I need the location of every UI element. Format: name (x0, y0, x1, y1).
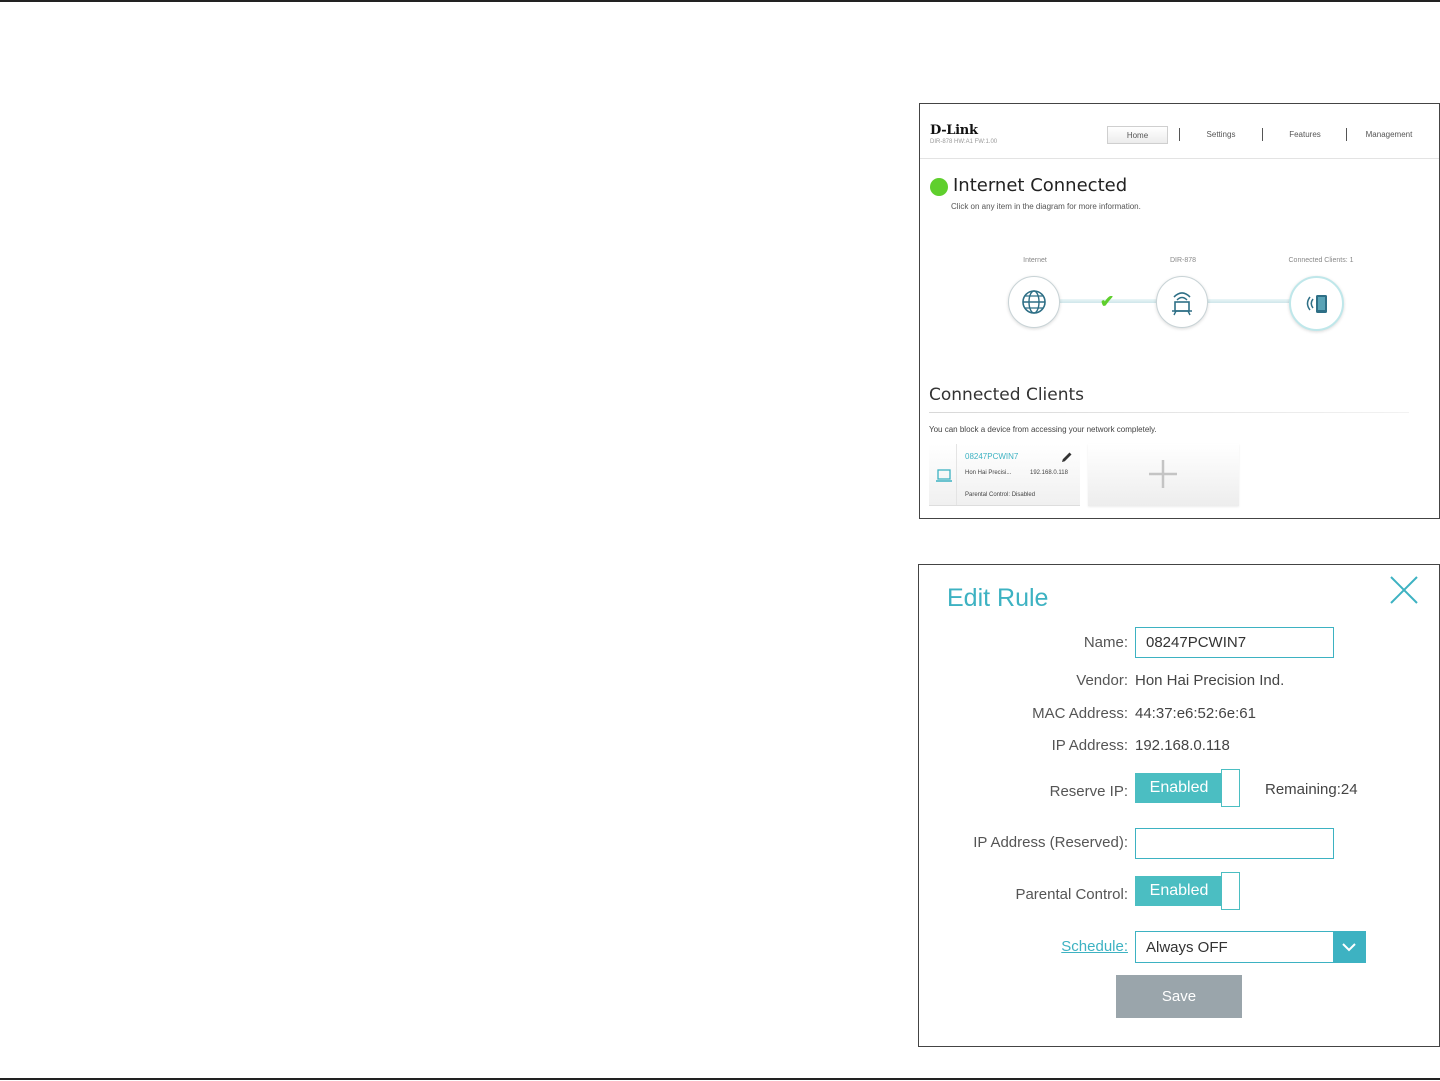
nav-management[interactable]: Management (1358, 126, 1420, 144)
parental-control-label: Parental Control: (1015, 886, 1128, 903)
mac-address-label: MAC Address: (1032, 705, 1128, 722)
name-label: Name: (1083, 634, 1128, 651)
parental-control-toggle[interactable]: Enabled (1135, 872, 1240, 910)
client-ip: 192.168.0.118 (1030, 470, 1068, 476)
mac-address-value: 44:37:e6:52:6e:61 (1135, 705, 1256, 722)
remaining-count: Remaining:24 (1265, 781, 1358, 798)
status-title: Internet Connected (953, 175, 1128, 196)
toggle-knob[interactable] (1221, 872, 1240, 910)
schedule-select[interactable]: Always OFF (1135, 931, 1366, 963)
edit-rule-dialog: Edit Rule Name: Vendor: Hon Hai Precisio… (918, 564, 1440, 1047)
connection-line (1208, 299, 1290, 303)
internet-globe-icon[interactable] (1008, 276, 1060, 328)
status-indicator-icon (930, 178, 948, 196)
dialog-title: Edit Rule (947, 584, 1049, 612)
dlink-logo: D-Link (930, 123, 978, 138)
nav-divider (1179, 128, 1180, 141)
reserve-ip-label: Reserve IP: (1049, 783, 1128, 800)
internet-label: Internet (1023, 257, 1047, 264)
toggle-state: Enabled (1135, 773, 1223, 803)
nav-settings[interactable]: Settings (1190, 126, 1252, 144)
add-client-button[interactable] (1088, 444, 1239, 506)
connected-device-icon[interactable] (1289, 276, 1344, 331)
vendor-value: Hon Hai Precision Ind. (1135, 672, 1285, 689)
ip-address-value: 192.168.0.118 (1135, 737, 1230, 754)
toggle-state: Enabled (1135, 876, 1223, 906)
ip-reserved-input[interactable] (1135, 828, 1334, 859)
nav-divider (1262, 128, 1263, 141)
connected-check-icon: ✔ (1100, 292, 1115, 311)
edit-pencil-icon[interactable] (1061, 450, 1073, 468)
client-card[interactable]: 08247PCWIN7 Hon Hai Precisi... 192.168.0… (929, 444, 1080, 506)
toggle-knob[interactable] (1221, 769, 1240, 807)
status-subtitle: Click on any item in the diagram for mor… (951, 202, 1141, 211)
page-top-rule (0, 0, 1440, 2)
nav-home[interactable]: Home (1107, 126, 1168, 144)
client-parental-control: Parental Control: Disabled (965, 492, 1036, 498)
connected-clients-label: Connected Clients: 1 (1288, 257, 1354, 264)
nav-divider (1346, 128, 1347, 141)
vendor-label: Vendor: (1076, 672, 1128, 689)
save-button[interactable]: Save (1116, 975, 1242, 1018)
laptop-icon (936, 469, 952, 488)
name-input[interactable] (1135, 627, 1334, 658)
connected-clients-title: Connected Clients (929, 385, 1085, 405)
client-name[interactable]: 08247PCWIN7 (965, 452, 1018, 461)
firmware-info: DIR-878 HW:A1 FW:1.00 (930, 139, 998, 145)
close-icon[interactable] (1389, 575, 1419, 610)
schedule-value: Always OFF (1146, 939, 1228, 956)
page-bottom-rule (0, 1078, 1440, 1080)
router-header: D-Link DIR-878 HW:A1 FW:1.00 Home Settin… (920, 104, 1439, 159)
ip-reserved-label: IP Address (Reserved): (973, 834, 1128, 851)
card-divider (956, 444, 957, 505)
chevron-down-icon[interactable] (1333, 932, 1365, 962)
schedule-link[interactable]: Schedule: (1061, 938, 1128, 955)
nav-features[interactable]: Features (1274, 126, 1336, 144)
plus-icon (1147, 458, 1179, 495)
reserve-ip-toggle[interactable]: Enabled (1135, 769, 1240, 807)
client-vendor: Hon Hai Precisi... (965, 470, 1012, 476)
home-screenshot: D-Link DIR-878 HW:A1 FW:1.00 Home Settin… (919, 103, 1440, 519)
ip-address-label: IP Address: (1051, 737, 1128, 754)
connected-clients-subtitle: You can block a device from accessing yo… (929, 425, 1157, 434)
router-label: DIR-878 (1169, 257, 1197, 264)
router-icon[interactable] (1156, 276, 1208, 328)
section-divider (929, 412, 1409, 413)
